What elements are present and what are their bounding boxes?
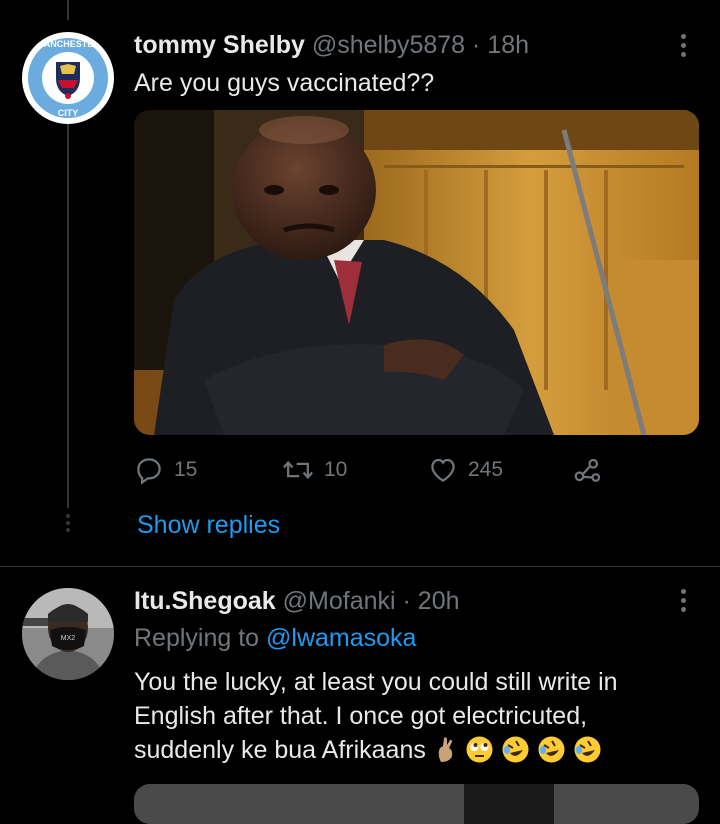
tweet-header: Itu.Shegoak @Mofanki · 20h: [134, 587, 460, 616]
handle[interactable]: @shelby5878: [312, 31, 465, 59]
photo-man-arms-folded: [134, 110, 699, 435]
rofl-icon: [502, 736, 529, 763]
reply-action[interactable]: 15: [134, 455, 197, 485]
avatar[interactable]: MANCHESTER CITY: [22, 32, 114, 124]
rolling-eyes-icon: [466, 736, 493, 763]
timestamp[interactable]: 18h: [487, 31, 529, 59]
tweet-text: Are you guys vaccinated??: [134, 69, 435, 97]
handle[interactable]: @Mofanki: [283, 587, 396, 615]
club-badge-icon: MANCHESTER CITY: [24, 34, 112, 122]
tweet-photo-partial[interactable]: [134, 784, 699, 824]
show-replies-link[interactable]: Show replies: [137, 508, 280, 542]
replying-to-prefix: Replying to: [134, 624, 260, 652]
replying-to-handle[interactable]: @lwamasoka: [266, 624, 416, 652]
rofl-icon: [574, 736, 601, 763]
tweet-itu-shegoak[interactable]: MX2 Itu.Shegoak @Mofanki · 20h Replying …: [0, 567, 720, 824]
share-action[interactable]: [572, 455, 602, 485]
avatar-photo: MX2: [22, 588, 114, 680]
tweet-text-line-with-emoji: suddenly ke bua Afrikaans: [134, 733, 704, 767]
tweet-text-line: suddenly ke bua Afrikaans: [134, 736, 426, 764]
svg-text:MANCHESTER: MANCHESTER: [36, 39, 100, 49]
tweet-text: You the lucky, at least you could still …: [134, 665, 704, 767]
timestamp[interactable]: 20h: [418, 587, 460, 615]
like-count: 245: [468, 458, 504, 481]
replying-to: Replying to @lwamasoka: [134, 624, 416, 653]
heart-icon: [431, 458, 455, 482]
retweet-count: 10: [324, 458, 348, 481]
svg-text:CITY: CITY: [58, 108, 79, 118]
tweet-text-line: You the lucky, at least you could still …: [134, 668, 618, 696]
retweet-action[interactable]: 10: [282, 455, 347, 485]
tweet-text-line: English after that. I once got electricu…: [134, 702, 588, 730]
separator: ·: [472, 31, 481, 59]
retweet-icon: [283, 460, 313, 480]
thread-line-top: [67, 0, 69, 20]
more-options-icon[interactable]: [681, 34, 687, 61]
more-options-icon[interactable]: [681, 589, 687, 616]
crossed-fingers-icon: [435, 736, 457, 763]
svg-text:MX2: MX2: [61, 635, 76, 642]
reply-icon: [137, 458, 161, 485]
separator: ·: [402, 587, 411, 615]
thread-gap-dots: [62, 514, 70, 535]
display-name[interactable]: Itu.Shegoak: [134, 587, 276, 615]
share-icon: [574, 458, 601, 482]
thread-line: [67, 118, 69, 508]
reply-count: 15: [174, 458, 198, 481]
like-action[interactable]: 245: [428, 455, 503, 485]
photo-preview: [134, 784, 699, 824]
tweet-header: tommy Shelby @shelby5878 · 18h: [134, 31, 529, 60]
tweet-shelby[interactable]: MANCHESTER CITY tommy Shelby @shelby5878…: [0, 0, 720, 566]
rofl-icon: [538, 736, 565, 763]
display-name[interactable]: tommy Shelby: [134, 31, 305, 59]
avatar[interactable]: MX2: [22, 588, 114, 680]
tweet-photo[interactable]: [134, 110, 699, 435]
